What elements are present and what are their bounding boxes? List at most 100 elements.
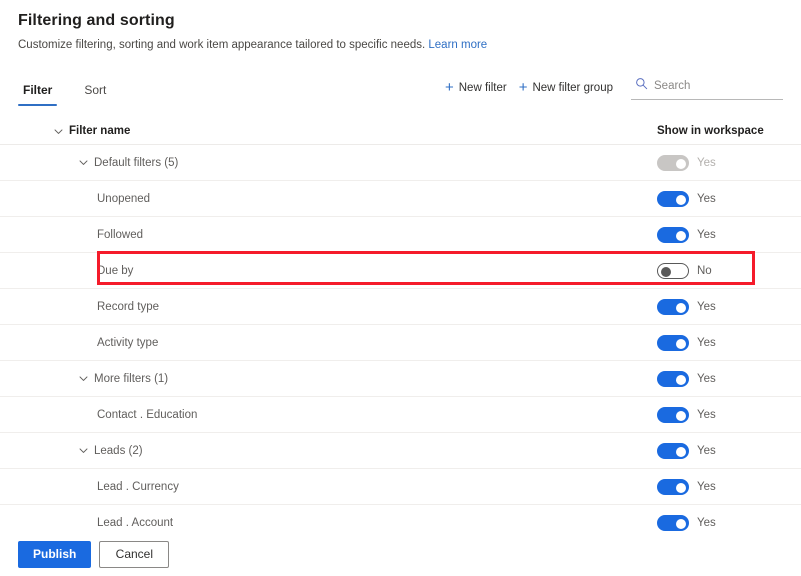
command-bar: Filter Sort + New filter + New filter gr… [0, 72, 801, 106]
tab-filter-label: Filter [23, 83, 53, 97]
toggle-label: Yes [697, 192, 716, 205]
toggle-track [657, 406, 689, 423]
toggle-track [657, 514, 689, 531]
show-in-workspace-toggle[interactable]: Yes [657, 478, 716, 495]
toggle-knob [676, 230, 686, 241]
page-title: Filtering and sorting [18, 12, 175, 29]
table-row[interactable]: Lead . Currency Yes [0, 469, 801, 505]
plus-icon: + [444, 79, 454, 96]
row-label: Record type [97, 300, 160, 313]
tab-filter[interactable]: Filter [18, 83, 58, 106]
chevron-down-icon[interactable] [72, 157, 94, 168]
grid-header-name-cell: Filter name [0, 125, 651, 137]
toggle-label: Yes [697, 516, 716, 529]
new-filter-label: New filter [458, 81, 507, 94]
grid-header-show-in-workspace: Show in workspace [651, 125, 783, 137]
table-row[interactable]: Default filters (5) Yes [0, 145, 801, 181]
toggle-track [657, 298, 689, 315]
toggle-label: No [697, 264, 712, 277]
toggle-knob [676, 158, 686, 169]
row-toggle-cell: Yes [651, 190, 783, 207]
table-row[interactable]: Due by No [0, 253, 801, 289]
show-in-workspace-toggle[interactable]: Yes [657, 190, 716, 207]
publish-button[interactable]: Publish [18, 540, 92, 568]
show-in-workspace-toggle[interactable]: No [657, 262, 712, 279]
toggle-track [657, 478, 689, 495]
chevron-down-icon[interactable] [72, 373, 94, 384]
learn-more-link[interactable]: Learn more [428, 39, 487, 51]
row-toggle-cell: Yes [651, 478, 783, 495]
table-row[interactable]: Activity type Yes [0, 325, 801, 361]
toggle-label: Yes [697, 156, 716, 169]
row-label: Followed [97, 228, 144, 241]
row-toggle-cell: Yes [651, 442, 783, 459]
new-filter-button[interactable]: + New filter [439, 78, 513, 98]
toggle-track [657, 370, 689, 387]
new-filter-group-label: New filter group [532, 81, 613, 94]
row-toggle-cell: Yes [651, 406, 783, 423]
show-in-workspace-toggle[interactable]: Yes [657, 226, 716, 243]
table-row[interactable]: Followed Yes [0, 217, 801, 253]
show-in-workspace-toggle[interactable]: Yes [657, 442, 716, 459]
row-label: Default filters (5) [94, 156, 179, 169]
toggle-knob [676, 338, 686, 349]
row-name-cell: More filters (1) [0, 373, 651, 385]
toggle-track [657, 190, 689, 207]
row-name-cell: Default filters (5) [0, 157, 651, 169]
new-filter-group-button[interactable]: + New filter group [513, 78, 619, 98]
show-in-workspace-toggle[interactable]: Yes [657, 334, 716, 351]
toggle-track [657, 154, 689, 171]
row-name-cell: Activity type [0, 337, 651, 349]
toggle-knob [676, 302, 686, 313]
search-input[interactable] [654, 80, 781, 92]
show-in-workspace-toggle[interactable]: Yes [657, 298, 716, 315]
row-toggle-cell: Yes [651, 298, 783, 315]
row-label: Lead . Account [97, 516, 174, 529]
tab-sort-label: Sort [84, 83, 107, 97]
table-row[interactable]: Record type Yes [0, 289, 801, 325]
row-name-cell: Contact . Education [0, 409, 651, 421]
toggle-label: Yes [697, 480, 716, 493]
cancel-button[interactable]: Cancel [99, 540, 170, 568]
show-in-workspace-toggle[interactable]: Yes [657, 370, 716, 387]
table-row[interactable]: Unopened Yes [0, 181, 801, 217]
search-box[interactable] [631, 75, 783, 100]
row-toggle-cell: Yes [651, 370, 783, 387]
filter-grid: Filter name Show in workspace Default fi… [0, 118, 801, 541]
grid-header-show-in-workspace-label: Show in workspace [657, 125, 764, 137]
toggle-knob [676, 374, 686, 385]
row-label: Leads (2) [94, 444, 143, 457]
row-toggle-cell: Yes [651, 514, 783, 531]
page-subtitle-text: Customize filtering, sorting and work it… [18, 39, 426, 51]
show-in-workspace-toggle: Yes [657, 154, 716, 171]
page-header: Filtering and sorting Customize filterin… [0, 0, 801, 53]
tab-sort[interactable]: Sort [79, 83, 111, 106]
toggle-knob [676, 518, 686, 529]
row-label: More filters (1) [94, 372, 169, 385]
toggle-knob [676, 446, 686, 457]
chevron-down-icon[interactable] [47, 126, 69, 137]
toggle-label: Yes [697, 444, 716, 457]
footer-actions: Publish Cancel [0, 532, 801, 576]
table-row[interactable]: More filters (1) Yes [0, 361, 801, 397]
grid-body: Default filters (5) Yes Unopened Yes Followe… [0, 145, 801, 541]
chevron-down-icon[interactable] [72, 445, 94, 456]
toggle-track [657, 442, 689, 459]
table-row[interactable]: Leads (2) Yes [0, 433, 801, 469]
show-in-workspace-toggle[interactable]: Yes [657, 406, 716, 423]
grid-header-filter-name: Filter name [69, 125, 131, 137]
table-row[interactable]: Contact . Education Yes [0, 397, 801, 433]
toggle-label: Yes [697, 228, 716, 241]
row-name-cell: Record type [0, 301, 651, 313]
toggle-label: Yes [697, 408, 716, 421]
show-in-workspace-toggle[interactable]: Yes [657, 514, 716, 531]
toggle-track [657, 226, 689, 243]
toggle-label: Yes [697, 372, 716, 385]
tab-list: Filter Sort [18, 72, 133, 106]
row-label: Lead . Currency [97, 480, 179, 493]
command-actions: + New filter + New filter group [439, 75, 783, 106]
row-label: Contact . Education [97, 408, 198, 421]
row-name-cell: Due by [0, 265, 651, 277]
toggle-track [657, 334, 689, 351]
toggle-track [657, 262, 689, 279]
